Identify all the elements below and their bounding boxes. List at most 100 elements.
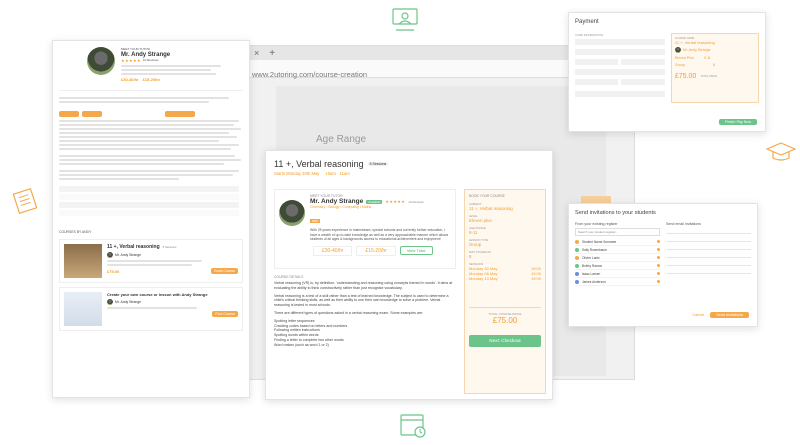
- book-course-button[interactable]: Book Course: [211, 268, 238, 274]
- students-value: 8: [712, 63, 715, 67]
- select-checkbox[interactable]: [657, 264, 660, 267]
- email-input[interactable]: [666, 245, 751, 250]
- course-price: £75.00: [107, 268, 120, 274]
- price-rate-1: £30-40/hr: [121, 77, 139, 82]
- student-row[interactable]: Sally Rosenbaum: [575, 246, 660, 254]
- availability-badge: Available: [366, 199, 383, 204]
- create-course-card[interactable]: Create your own course or lesson with An…: [59, 287, 243, 331]
- pay-now-button[interactable]: Finish: Pay Now: [719, 119, 757, 125]
- age-value: 9-11: [703, 56, 711, 60]
- city-field[interactable]: [575, 79, 619, 85]
- student-name: Isaac Larsen: [582, 271, 601, 276]
- email-input[interactable]: [666, 261, 751, 266]
- total-price: £75.00: [674, 73, 697, 80]
- email-invite-label: Send email invitations: [666, 222, 701, 226]
- subject-value: 11 +, Verbal reasoning: [674, 40, 715, 45]
- address-field[interactable]: [575, 69, 665, 75]
- student-name: Olivier Lantz: [582, 255, 600, 260]
- select-checkbox[interactable]: [657, 240, 660, 243]
- select-checkbox[interactable]: [657, 272, 660, 275]
- session-time: 10am - 11am: [325, 171, 350, 176]
- promo-field[interactable]: [575, 91, 665, 97]
- invite-dialog: Send invitations to your students From y…: [568, 203, 758, 327]
- create-tutor-name: Mr. Andy Strange: [115, 300, 142, 304]
- student-name: James Anderson: [582, 279, 606, 284]
- student-row[interactable]: Isaac Larsen: [575, 270, 660, 278]
- review-count[interactable]: 10 Reviews: [143, 58, 159, 63]
- course-detail-page: 11 +, Verbal reasoning 5 Sessions Starts…: [265, 150, 553, 400]
- notebook-icon: [10, 186, 40, 216]
- tutor-box: MEET YOUR TUTOR Mr. Andy Strange Availab…: [274, 189, 456, 269]
- calendar-icon: [398, 410, 428, 440]
- course-thumbnail: [64, 244, 102, 278]
- student-name: Sally Rosenbaum: [582, 247, 607, 252]
- email-input[interactable]: [666, 269, 751, 274]
- tutor-profile-page: MEET YOUR TUTOR Mr. Andy Strange ★★★★★ 1…: [52, 40, 250, 398]
- booking-panel: BOOK YOUR COURSE SUBJECT 11 +, Verbal re…: [464, 189, 546, 394]
- select-checkbox[interactable]: [657, 280, 660, 283]
- tutor-name[interactable]: Mr. Andy Strange: [310, 198, 363, 205]
- find-course-button[interactable]: Find Course: [212, 311, 238, 317]
- age-value: 9-11: [469, 230, 478, 235]
- type-value: Group: [469, 242, 482, 247]
- total-label: TOTAL PRICE: [700, 75, 717, 78]
- postcode-field[interactable]: [621, 79, 665, 85]
- student-avatar: [575, 255, 579, 260]
- course-badge: 5 Sessions: [162, 245, 177, 249]
- expiry-field[interactable]: [575, 59, 619, 65]
- payment-title: Payment: [575, 19, 599, 25]
- select-checkbox[interactable]: [657, 256, 660, 259]
- details-paragraph-3: There are different types of questions a…: [274, 310, 424, 315]
- price-rate-2: £15-20/hr: [142, 77, 161, 82]
- payment-dialog: Payment CARD INFORMATION COURSE NAME 11 …: [568, 12, 766, 132]
- name-field[interactable]: [575, 49, 665, 55]
- student-row[interactable]: Student Name Surname: [575, 238, 660, 246]
- view-tutor-button[interactable]: View Tutor: [399, 246, 433, 256]
- rating-stars: ★★★★★: [385, 199, 406, 204]
- new-tab-button[interactable]: +: [269, 48, 275, 59]
- student-name: Student Name Surname: [582, 239, 617, 244]
- register-label: From your existing register: [575, 222, 618, 226]
- course-details-label: COURSE DETAILS: [274, 275, 304, 279]
- cancel-button[interactable]: Cancel: [692, 313, 704, 317]
- subject-value: 11 +, Verbal reasoning: [469, 206, 513, 211]
- email-input[interactable]: [666, 253, 751, 258]
- student-row[interactable]: Olivier Lantz: [575, 254, 660, 262]
- review-count[interactable]: 10 Reviews: [408, 200, 424, 204]
- card-number-field[interactable]: [575, 39, 665, 45]
- course-card[interactable]: 11 +, Verbal reasoning 5 Sessions Mr. An…: [59, 239, 243, 283]
- student-avatar: [575, 271, 579, 276]
- details-paragraph-1: Verbal reasoning (VR) is, by definition,…: [274, 281, 453, 290]
- cvc-field[interactable]: [621, 59, 665, 65]
- total-price: £75.00: [492, 316, 518, 325]
- details-list: Spotting letter sequences Cracking codes…: [274, 319, 456, 348]
- session-time: 19:00: [530, 276, 541, 281]
- student-search-input[interactable]: Search your student register...: [575, 228, 660, 236]
- course-title: 11 +, Verbal reasoning: [107, 244, 160, 250]
- select-checkbox[interactable]: [657, 248, 660, 251]
- student-avatar: [575, 279, 579, 284]
- order-summary: COURSE NAME 11 +, Verbal reasoning Mr. A…: [670, 33, 759, 103]
- invite-title: Send invitations to your students: [575, 210, 656, 216]
- students-value: 8: [469, 254, 472, 259]
- email-input[interactable]: [666, 237, 751, 242]
- student-avatar: [575, 239, 579, 244]
- close-tab-button[interactable]: ×: [254, 48, 259, 58]
- level-value: Eleven plus: [469, 218, 492, 223]
- tutor-name: Mr. Andy Strange: [682, 48, 711, 52]
- list-item: Word makes (such as word 1 or 2): [274, 342, 329, 347]
- tutor-subjects: Chemistry • Biology • Computing • Maths: [310, 205, 372, 209]
- avatar: [279, 200, 305, 226]
- illustration: [64, 292, 102, 326]
- type-value: Group: [674, 63, 685, 67]
- student-avatar: [575, 263, 579, 268]
- student-row[interactable]: James Anderson: [575, 278, 660, 286]
- email-input[interactable]: [666, 229, 751, 234]
- details-paragraph-2: Verbal reasoning is a test of a skill ra…: [274, 293, 449, 308]
- graduation-cap-icon: [765, 140, 797, 164]
- checkout-button[interactable]: Next: Checkout: [469, 335, 541, 347]
- dbs-tag: DBS: [310, 219, 321, 223]
- age-range-heading: Age Range: [316, 134, 367, 145]
- student-row[interactable]: Bobby Ramos: [575, 262, 660, 270]
- send-invitations-button[interactable]: Send invitations: [710, 312, 749, 318]
